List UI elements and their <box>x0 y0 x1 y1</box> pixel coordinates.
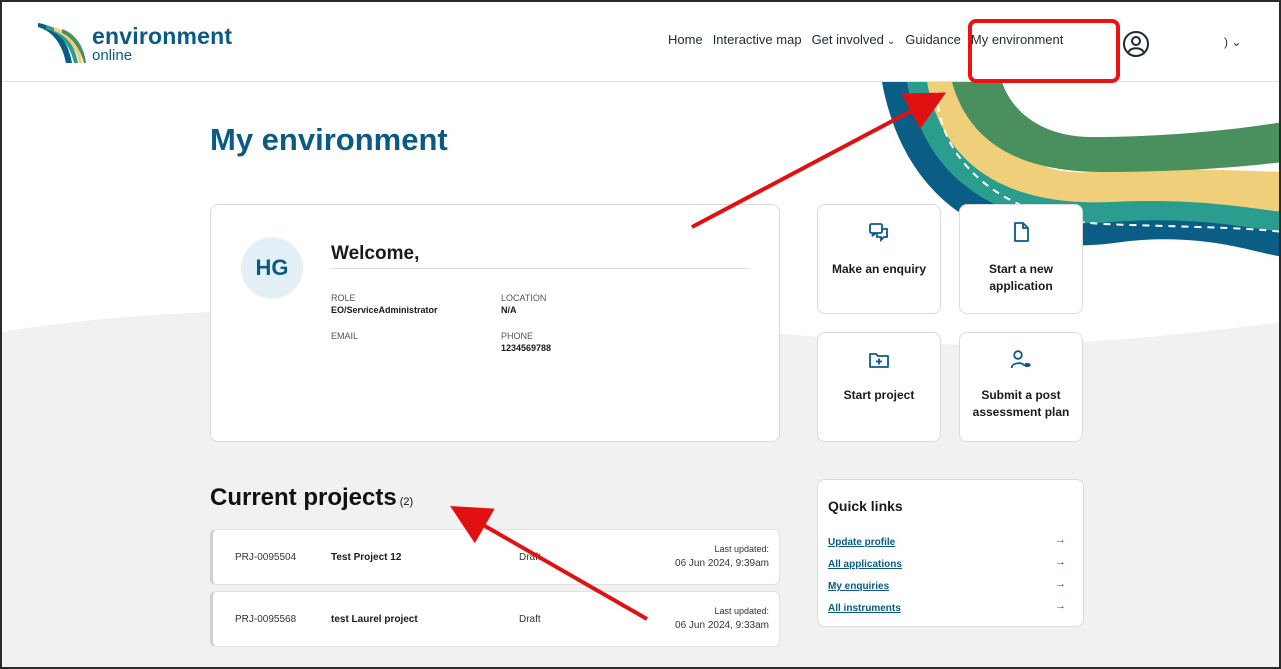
nav-get-involved[interactable]: Get involved ⌄ <box>812 32 896 54</box>
nav-interactive-map-label: Interactive map <box>712 32 802 47</box>
quick-link-label[interactable]: My enquiries <box>828 581 889 592</box>
brand-sub: online <box>92 47 133 64</box>
quick-links-card: Quick links Update profile → All applica… <box>817 479 1084 627</box>
project-updated-label: Last updated: <box>714 544 769 554</box>
start-application-label: Start a new application <box>988 262 1054 293</box>
make-enquiry-label: Make an enquiry <box>831 262 927 276</box>
project-row[interactable]: PRJ-0095568 test Laurel project Draft La… <box>210 591 780 647</box>
project-count: (2) <box>399 496 414 508</box>
project-status: Draft <box>519 614 541 625</box>
logo[interactable]: environment online <box>32 17 242 69</box>
page-title: My environment <box>210 122 448 157</box>
location-value: N/A <box>501 305 517 315</box>
current-projects-title: Current projects <box>210 484 397 511</box>
annotation-highlight-box <box>968 19 1120 83</box>
nav-home[interactable]: Home <box>668 32 703 54</box>
chat-icon <box>869 223 888 243</box>
project-id: PRJ-0095504 <box>235 552 297 563</box>
email-label: EMAIL <box>331 331 359 341</box>
quick-link-label[interactable]: All applications <box>828 559 902 570</box>
project-id: PRJ-0095568 <box>235 614 297 625</box>
role-value: EO/ServiceAdministrator <box>331 305 438 315</box>
logo-mark-icon <box>38 23 86 63</box>
nav-home-label: Home <box>668 32 703 47</box>
user-account-icon[interactable] <box>1122 30 1150 58</box>
role-label: ROLE <box>331 293 356 303</box>
project-name: test Laurel project <box>331 614 418 625</box>
start-project-label: Start project <box>843 388 915 402</box>
nav-guidance[interactable]: Guidance <box>905 32 961 54</box>
start-project-tile[interactable]: Start project <box>817 332 941 442</box>
welcome-heading: Welcome, <box>331 243 420 264</box>
quick-link-label[interactable]: Update profile <box>828 537 895 548</box>
submit-plan-tile[interactable]: Submit a post assessment plan <box>959 332 1083 442</box>
quick-link-my-enquiries[interactable]: My enquiries → <box>828 576 1066 594</box>
start-application-tile[interactable]: Start a new application <box>959 204 1083 314</box>
quick-link-all-applications[interactable]: All applications → <box>828 554 1066 572</box>
chevron-down-icon: ⌄ <box>886 36 896 47</box>
project-status: Draft <box>519 552 541 563</box>
nav-guidance-label: Guidance <box>905 32 961 47</box>
arrow-right-icon: → <box>1055 556 1066 568</box>
project-name: Test Project 12 <box>331 552 402 563</box>
profile-card: HG Welcome, ROLE EO/ServiceAdministrator… <box>210 204 780 442</box>
make-enquiry-tile[interactable]: Make an enquiry <box>817 204 941 314</box>
profile-divider <box>331 268 749 269</box>
project-updated: 06 Jun 2024, 9:39am <box>675 558 769 569</box>
quick-link-all-instruments[interactable]: All instruments → <box>828 598 1066 616</box>
submit-plan-label: Submit a post assessment plan <box>972 388 1070 419</box>
folder-plus-icon <box>869 353 889 368</box>
arrow-right-icon: → <box>1055 578 1066 590</box>
nav-interactive-map[interactable]: Interactive map <box>713 32 802 54</box>
brand-name: environment <box>92 23 233 49</box>
quick-link-label[interactable]: All instruments <box>828 603 901 614</box>
document-icon <box>1014 222 1029 242</box>
project-row[interactable]: PRJ-0095504 Test Project 12 Draft Last u… <box>210 529 780 585</box>
current-projects-heading: Current projects (2) <box>210 484 413 512</box>
quick-link-update-profile[interactable]: Update profile → <box>828 532 1066 550</box>
nav-get-involved-label: Get involved <box>811 32 884 47</box>
project-updated-label: Last updated: <box>714 606 769 616</box>
page-frame: environment online Home Interactive map … <box>0 0 1281 669</box>
user-tag-icon <box>1010 350 1031 369</box>
phone-label: PHONE <box>501 331 534 341</box>
arrow-right-icon: → <box>1055 534 1066 546</box>
location-label: LOCATION <box>501 293 547 303</box>
quick-links-title: Quick links <box>828 498 903 514</box>
project-updated: 06 Jun 2024, 9:33am <box>675 620 769 631</box>
arrow-right-icon: → <box>1055 600 1066 612</box>
phone-value: 1234569788 <box>501 343 552 353</box>
avatar: HG <box>241 237 303 299</box>
user-menu-toggle[interactable]: ) ⌄ <box>1224 35 1241 49</box>
